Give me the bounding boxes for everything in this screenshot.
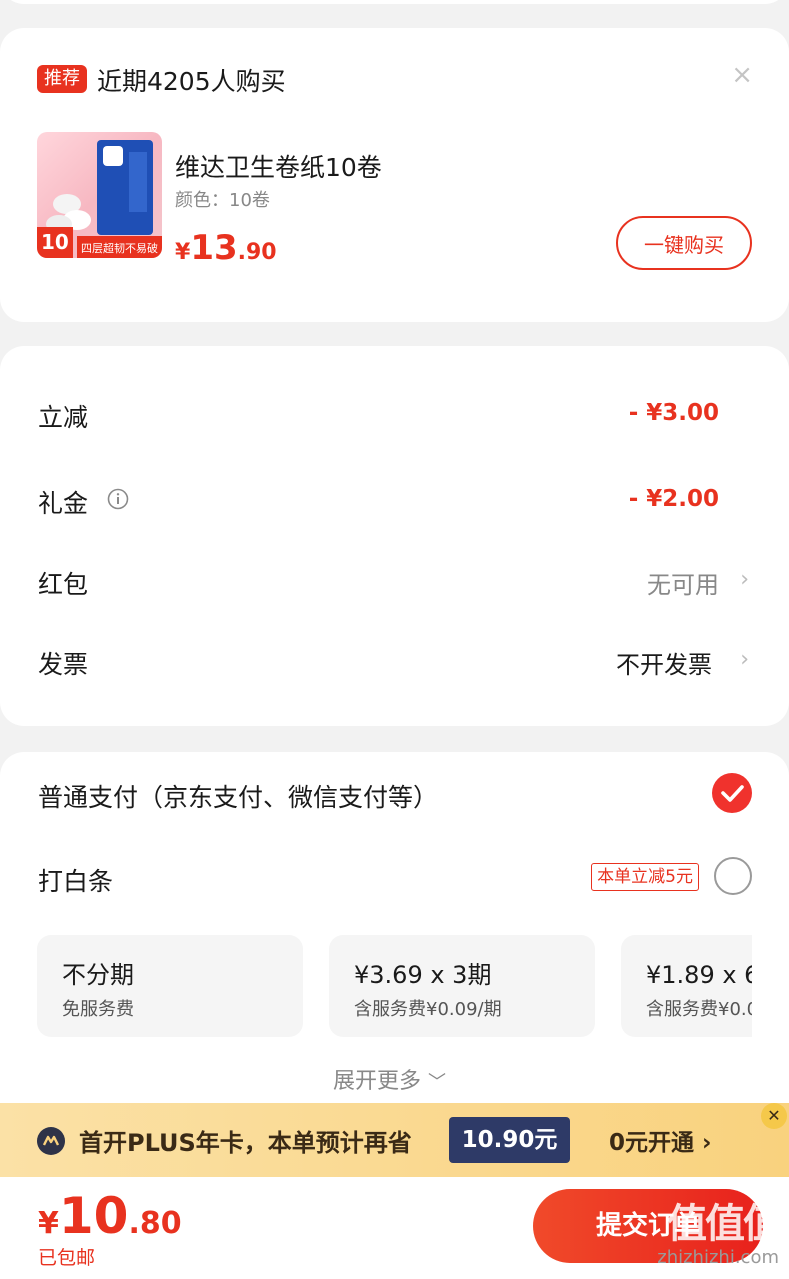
close-icon[interactable]: ✕ (761, 1103, 787, 1129)
total-integer: 10 (58, 1187, 129, 1245)
installment-title: ¥3.69 x 3期 (354, 961, 492, 989)
instant-discount-label: 立减 (38, 403, 89, 432)
baitiao-label[interactable]: 打白条 (38, 862, 113, 898)
gift-money-label: 礼金 (38, 489, 89, 518)
recommend-card: 推荐 近期4205人购买 × 10 四层超韧不易破 维达卫生卷纸10卷 颜色：1… (0, 28, 789, 322)
installment-option[interactable]: ¥1.89 x 6期 含服务费¥0.09/期 (621, 935, 752, 1037)
watermark-url: zhizhizhi.com (657, 1247, 779, 1268)
discount-card: 立减 - ¥3.00 礼金 - ¥2.00 红包 无可用 › 发票 不开发票 › (0, 346, 789, 726)
price-decimal: .90 (237, 240, 277, 265)
normal-payment-label[interactable]: 普通支付（京东支付、微信支付等） (38, 778, 438, 814)
installment-list: 不分期 免服务费 ¥3.69 x 3期 含服务费¥0.09/期 ¥1.89 x … (0, 935, 752, 1039)
total-currency: ¥ (38, 1206, 59, 1241)
free-shipping-label: 已包邮 (38, 1247, 96, 1269)
plus-promo-text: 首开PLUS年卡，本单预计再省 (79, 1129, 412, 1157)
close-icon[interactable]: × (731, 60, 753, 90)
red-packet-label: 红包 (38, 570, 89, 599)
price-currency: ¥ (175, 240, 191, 265)
watermark-logo: 值值值 (667, 1201, 783, 1247)
checkout-bar: ¥10.80 已包邮 提交订单 值值值 zhizhizhi.com (0, 1177, 789, 1279)
expand-more-button[interactable]: 展开更多 ﹀ (333, 1063, 446, 1095)
red-packet-value[interactable]: 无可用 (647, 565, 719, 600)
checked-icon[interactable] (712, 773, 752, 813)
recommend-title: 近期4205人购买 (97, 67, 286, 96)
installment-sub: 免服务费 (62, 999, 134, 1020)
product-image[interactable]: 10 四层超韧不易破 (37, 132, 162, 258)
plus-logo-icon (37, 1127, 65, 1155)
expand-more-label: 展开更多 (333, 1069, 422, 1094)
one-click-buy-button[interactable]: 一键购买 (616, 216, 752, 270)
previous-card-remnant (0, 0, 789, 4)
plus-open-button[interactable]: 0元开通 › (609, 1123, 712, 1157)
plus-save-amount: 10.90元 (449, 1117, 570, 1163)
chevron-right-icon[interactable]: › (740, 647, 749, 672)
product-spec: 颜色：10卷 (175, 190, 270, 211)
total-price: ¥10.80 (38, 1187, 182, 1245)
chevron-right-icon[interactable]: › (740, 567, 749, 592)
chevron-down-icon: ﹀ (428, 1072, 447, 1093)
invoice-value[interactable]: 不开发票 (616, 645, 712, 680)
invoice-label: 发票 (38, 650, 89, 679)
installment-title: 不分期 (62, 961, 134, 989)
unchecked-radio[interactable] (714, 857, 752, 895)
price-integer: 13 (190, 228, 238, 268)
gift-money-value: - ¥2.00 (628, 486, 719, 512)
info-icon[interactable] (107, 488, 129, 510)
image-badge-number: 10 (41, 230, 69, 254)
baitiao-promo-badge: 本单立减5元 (591, 863, 699, 891)
installment-option[interactable]: ¥3.69 x 3期 含服务费¥0.09/期 (329, 935, 595, 1037)
total-decimal: .80 (128, 1206, 182, 1241)
installment-title: ¥1.89 x 6期 (646, 961, 752, 989)
installment-option[interactable]: 不分期 免服务费 (37, 935, 303, 1037)
instant-discount-value: - ¥3.00 (628, 400, 719, 426)
recommend-tag: 推荐 (37, 65, 87, 93)
product-price: ¥13.90 (175, 228, 277, 268)
installment-sub: 含服务费¥0.09/期 (646, 999, 752, 1020)
installment-sub: 含服务费¥0.09/期 (354, 999, 502, 1020)
payment-card: 普通支付（京东支付、微信支付等） 打白条 本单立减5元 不分期 免服务费 ¥3.… (0, 752, 789, 1132)
image-caption: 四层超韧不易破 (81, 242, 158, 255)
product-name[interactable]: 维达卫生卷纸10卷 (175, 148, 382, 184)
plus-banner[interactable]: 首开PLUS年卡，本单预计再省 10.90元 0元开通 › ✕ (0, 1103, 789, 1177)
